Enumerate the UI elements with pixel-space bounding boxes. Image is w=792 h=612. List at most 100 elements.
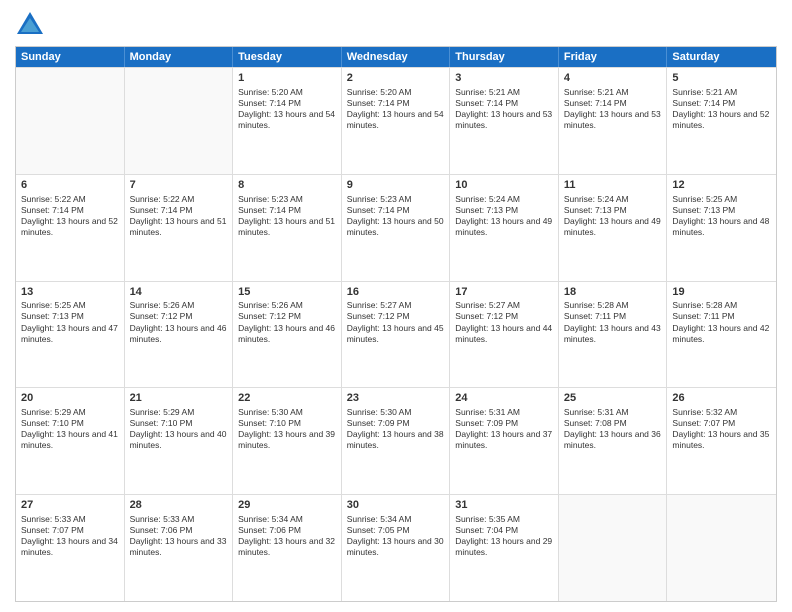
calendar-cell: 12Sunrise: 5:25 AM Sunset: 7:13 PM Dayli…: [667, 175, 776, 281]
day-number: 29: [238, 498, 336, 513]
logo: [15, 10, 49, 40]
day-number: 27: [21, 498, 119, 513]
calendar-cell: 17Sunrise: 5:27 AM Sunset: 7:12 PM Dayli…: [450, 282, 559, 388]
cell-info: Sunrise: 5:31 AM Sunset: 7:08 PM Dayligh…: [564, 407, 662, 451]
calendar-cell: 22Sunrise: 5:30 AM Sunset: 7:10 PM Dayli…: [233, 388, 342, 494]
day-number: 23: [347, 391, 445, 406]
cell-info: Sunrise: 5:33 AM Sunset: 7:07 PM Dayligh…: [21, 514, 119, 558]
cell-info: Sunrise: 5:26 AM Sunset: 7:12 PM Dayligh…: [130, 300, 228, 344]
calendar-row-3: 13Sunrise: 5:25 AM Sunset: 7:13 PM Dayli…: [16, 281, 776, 388]
day-number: 3: [455, 71, 553, 86]
header-cell-sunday: Sunday: [16, 47, 125, 67]
cell-info: Sunrise: 5:22 AM Sunset: 7:14 PM Dayligh…: [21, 194, 119, 238]
calendar-cell: 20Sunrise: 5:29 AM Sunset: 7:10 PM Dayli…: [16, 388, 125, 494]
calendar-cell: [667, 495, 776, 601]
day-number: 24: [455, 391, 553, 406]
calendar-cell: 1Sunrise: 5:20 AM Sunset: 7:14 PM Daylig…: [233, 68, 342, 174]
day-number: 31: [455, 498, 553, 513]
calendar-cell: 30Sunrise: 5:34 AM Sunset: 7:05 PM Dayli…: [342, 495, 451, 601]
header-cell-saturday: Saturday: [667, 47, 776, 67]
cell-info: Sunrise: 5:35 AM Sunset: 7:04 PM Dayligh…: [455, 514, 553, 558]
calendar-cell: 23Sunrise: 5:30 AM Sunset: 7:09 PM Dayli…: [342, 388, 451, 494]
day-number: 2: [347, 71, 445, 86]
cell-info: Sunrise: 5:26 AM Sunset: 7:12 PM Dayligh…: [238, 300, 336, 344]
cell-info: Sunrise: 5:30 AM Sunset: 7:09 PM Dayligh…: [347, 407, 445, 451]
header-cell-tuesday: Tuesday: [233, 47, 342, 67]
calendar-cell: 31Sunrise: 5:35 AM Sunset: 7:04 PM Dayli…: [450, 495, 559, 601]
header-cell-thursday: Thursday: [450, 47, 559, 67]
cell-info: Sunrise: 5:28 AM Sunset: 7:11 PM Dayligh…: [672, 300, 771, 344]
day-number: 6: [21, 178, 119, 193]
day-number: 21: [130, 391, 228, 406]
calendar-row-2: 6Sunrise: 5:22 AM Sunset: 7:14 PM Daylig…: [16, 174, 776, 281]
calendar-cell: 4Sunrise: 5:21 AM Sunset: 7:14 PM Daylig…: [559, 68, 668, 174]
calendar-cell: 26Sunrise: 5:32 AM Sunset: 7:07 PM Dayli…: [667, 388, 776, 494]
calendar-cell: 27Sunrise: 5:33 AM Sunset: 7:07 PM Dayli…: [16, 495, 125, 601]
day-number: 18: [564, 285, 662, 300]
calendar-cell: 11Sunrise: 5:24 AM Sunset: 7:13 PM Dayli…: [559, 175, 668, 281]
calendar-cell: 13Sunrise: 5:25 AM Sunset: 7:13 PM Dayli…: [16, 282, 125, 388]
day-number: 19: [672, 285, 771, 300]
cell-info: Sunrise: 5:21 AM Sunset: 7:14 PM Dayligh…: [564, 87, 662, 131]
header: [15, 10, 777, 40]
calendar-cell: 24Sunrise: 5:31 AM Sunset: 7:09 PM Dayli…: [450, 388, 559, 494]
cell-info: Sunrise: 5:30 AM Sunset: 7:10 PM Dayligh…: [238, 407, 336, 451]
cell-info: Sunrise: 5:23 AM Sunset: 7:14 PM Dayligh…: [347, 194, 445, 238]
calendar-body: 1Sunrise: 5:20 AM Sunset: 7:14 PM Daylig…: [16, 67, 776, 601]
day-number: 20: [21, 391, 119, 406]
cell-info: Sunrise: 5:24 AM Sunset: 7:13 PM Dayligh…: [455, 194, 553, 238]
calendar-cell: 9Sunrise: 5:23 AM Sunset: 7:14 PM Daylig…: [342, 175, 451, 281]
cell-info: Sunrise: 5:21 AM Sunset: 7:14 PM Dayligh…: [672, 87, 771, 131]
calendar-cell: 7Sunrise: 5:22 AM Sunset: 7:14 PM Daylig…: [125, 175, 234, 281]
day-number: 9: [347, 178, 445, 193]
calendar-cell: 6Sunrise: 5:22 AM Sunset: 7:14 PM Daylig…: [16, 175, 125, 281]
calendar-cell: 10Sunrise: 5:24 AM Sunset: 7:13 PM Dayli…: [450, 175, 559, 281]
cell-info: Sunrise: 5:25 AM Sunset: 7:13 PM Dayligh…: [21, 300, 119, 344]
logo-icon: [15, 10, 45, 40]
calendar-cell: [125, 68, 234, 174]
day-number: 12: [672, 178, 771, 193]
cell-info: Sunrise: 5:34 AM Sunset: 7:06 PM Dayligh…: [238, 514, 336, 558]
calendar-cell: 19Sunrise: 5:28 AM Sunset: 7:11 PM Dayli…: [667, 282, 776, 388]
cell-info: Sunrise: 5:32 AM Sunset: 7:07 PM Dayligh…: [672, 407, 771, 451]
calendar-row-1: 1Sunrise: 5:20 AM Sunset: 7:14 PM Daylig…: [16, 67, 776, 174]
calendar-row-4: 20Sunrise: 5:29 AM Sunset: 7:10 PM Dayli…: [16, 387, 776, 494]
calendar-cell: 2Sunrise: 5:20 AM Sunset: 7:14 PM Daylig…: [342, 68, 451, 174]
day-number: 1: [238, 71, 336, 86]
calendar-cell: 5Sunrise: 5:21 AM Sunset: 7:14 PM Daylig…: [667, 68, 776, 174]
header-cell-wednesday: Wednesday: [342, 47, 451, 67]
cell-info: Sunrise: 5:29 AM Sunset: 7:10 PM Dayligh…: [21, 407, 119, 451]
day-number: 10: [455, 178, 553, 193]
day-number: 16: [347, 285, 445, 300]
day-number: 26: [672, 391, 771, 406]
day-number: 11: [564, 178, 662, 193]
calendar-header: SundayMondayTuesdayWednesdayThursdayFrid…: [16, 47, 776, 67]
calendar-cell: 8Sunrise: 5:23 AM Sunset: 7:14 PM Daylig…: [233, 175, 342, 281]
day-number: 30: [347, 498, 445, 513]
cell-info: Sunrise: 5:22 AM Sunset: 7:14 PM Dayligh…: [130, 194, 228, 238]
day-number: 4: [564, 71, 662, 86]
cell-info: Sunrise: 5:29 AM Sunset: 7:10 PM Dayligh…: [130, 407, 228, 451]
cell-info: Sunrise: 5:20 AM Sunset: 7:14 PM Dayligh…: [238, 87, 336, 131]
calendar-cell: [559, 495, 668, 601]
day-number: 14: [130, 285, 228, 300]
cell-info: Sunrise: 5:24 AM Sunset: 7:13 PM Dayligh…: [564, 194, 662, 238]
header-cell-friday: Friday: [559, 47, 668, 67]
day-number: 25: [564, 391, 662, 406]
cell-info: Sunrise: 5:20 AM Sunset: 7:14 PM Dayligh…: [347, 87, 445, 131]
calendar-cell: 21Sunrise: 5:29 AM Sunset: 7:10 PM Dayli…: [125, 388, 234, 494]
header-cell-monday: Monday: [125, 47, 234, 67]
day-number: 28: [130, 498, 228, 513]
day-number: 5: [672, 71, 771, 86]
cell-info: Sunrise: 5:21 AM Sunset: 7:14 PM Dayligh…: [455, 87, 553, 131]
calendar: SundayMondayTuesdayWednesdayThursdayFrid…: [15, 46, 777, 602]
calendar-cell: [16, 68, 125, 174]
calendar-cell: 15Sunrise: 5:26 AM Sunset: 7:12 PM Dayli…: [233, 282, 342, 388]
day-number: 22: [238, 391, 336, 406]
cell-info: Sunrise: 5:28 AM Sunset: 7:11 PM Dayligh…: [564, 300, 662, 344]
calendar-cell: 29Sunrise: 5:34 AM Sunset: 7:06 PM Dayli…: [233, 495, 342, 601]
day-number: 7: [130, 178, 228, 193]
cell-info: Sunrise: 5:34 AM Sunset: 7:05 PM Dayligh…: [347, 514, 445, 558]
cell-info: Sunrise: 5:27 AM Sunset: 7:12 PM Dayligh…: [455, 300, 553, 344]
calendar-cell: 18Sunrise: 5:28 AM Sunset: 7:11 PM Dayli…: [559, 282, 668, 388]
